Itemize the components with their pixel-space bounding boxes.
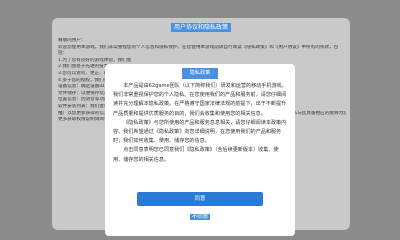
privacy-policy-dialog: 隐私政策 本产品是由62game团队（以下简称我们）研发和运营的移动手机游戏。我…: [105, 64, 295, 236]
user-agreement-title: 用户协议和隐私政策: [170, 23, 231, 32]
greeting: 尊敬的用户：: [58, 38, 86, 43]
agree-button[interactable]: 同意: [137, 192, 263, 206]
privacy-dialog-title: 隐私政策: [182, 68, 218, 79]
privacy-paragraph: 《隐私政策》与您所使用的产品和服务息息相关，请您仔细阅读本政策内容。我们希望通过…: [113, 119, 287, 145]
disagree-label: 不同意: [189, 214, 211, 220]
privacy-paragraph: 本产品是由62game团队（以下简称我们）研发和运营的移动手机游戏。我们非常重视…: [113, 83, 287, 117]
agreement-right-fragment: 隐私与您具备相应的能够为您带来的用户群体: [288, 111, 346, 116]
privacy-paragraph: 点击同意表明您已同意我们《隐私政策》（含后续更新版本）收集、使用、储存您的相关信…: [113, 147, 279, 163]
privacy-dialog-body: 本产品是由62game团队（以下简称我们）研发和运营的移动手机游戏。我们非常重视…: [105, 79, 295, 165]
disagree-button[interactable]: 不同意: [105, 213, 295, 221]
agreement-line: 欢迎您使用本游戏。我们非常重视您的个人信息和隐私保护。在您使用本游戏前请自行阅读…: [58, 44, 339, 57]
